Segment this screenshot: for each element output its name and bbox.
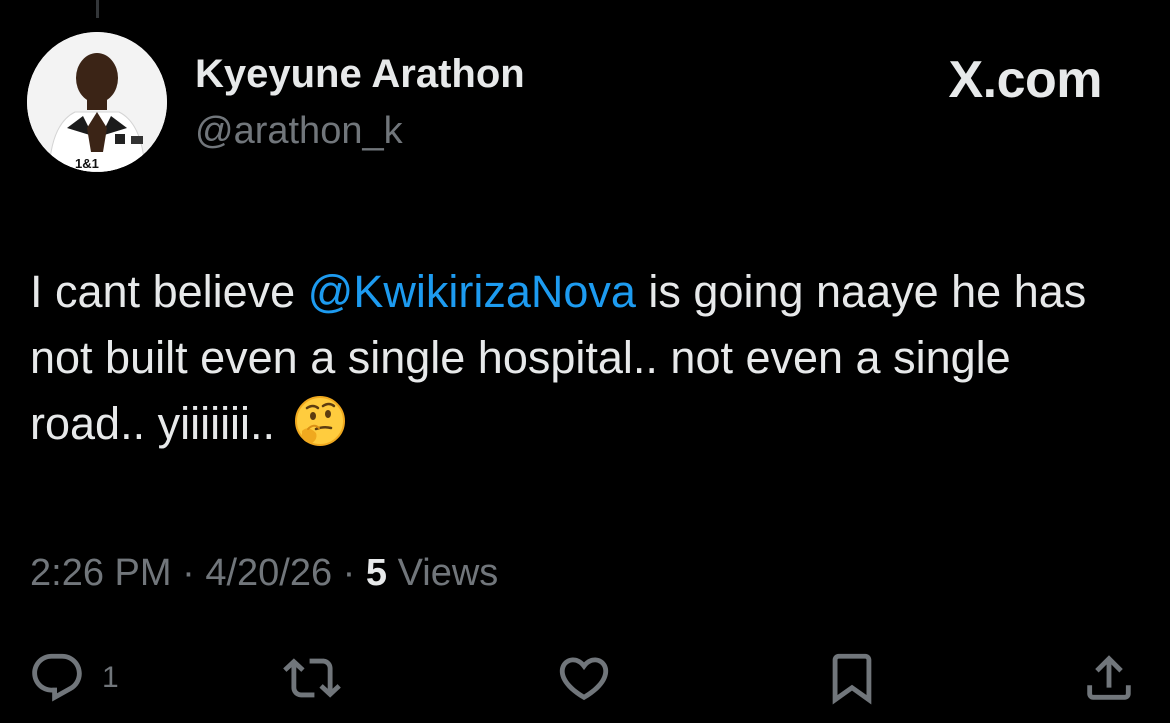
retweet-button[interactable] [283,648,341,708]
tweet-date[interactable]: 4/20/26 [205,552,332,594]
author-display-name[interactable]: Kyeyune Arathon [195,52,525,97]
like-button[interactable] [555,648,613,708]
heart-icon [559,657,609,701]
meta-separator: · [342,552,356,594]
thread-connector-line [96,0,99,18]
tweet-actions-bar: 1 [0,648,1170,708]
avatar-image: 1&1 [27,32,167,172]
mention-link[interactable]: @KwikirizaNova [308,266,636,317]
reply-count: 1 [102,661,119,694]
share-icon [1087,655,1131,700]
views-label: Views [397,552,499,594]
tweet-time[interactable]: 2:26 PM [30,552,172,594]
tweet-text: I cant believe @KwikirizaNova is going n… [30,259,1130,465]
share-button[interactable] [1080,648,1138,708]
meta-separator: · [182,552,195,594]
retweet-icon [283,658,341,698]
tweet-text-start: I cant believe [30,266,308,317]
tweet-metadata: 2:26 PM · 4/20/26 · 5 Views [30,552,498,595]
bookmark-button[interactable] [823,648,881,708]
brand-logo: X.com [948,51,1102,109]
bookmark-icon [832,653,872,705]
reply-icon [32,653,82,702]
views-count: 5 [365,552,388,594]
thinking-face-emoji [294,395,346,465]
avatar[interactable]: 1&1 [27,32,167,172]
avatar-jersey-text: 1&1 [75,156,99,171]
author-handle[interactable]: @arathon_k [195,110,403,153]
reply-button[interactable]: 1 [28,648,119,708]
